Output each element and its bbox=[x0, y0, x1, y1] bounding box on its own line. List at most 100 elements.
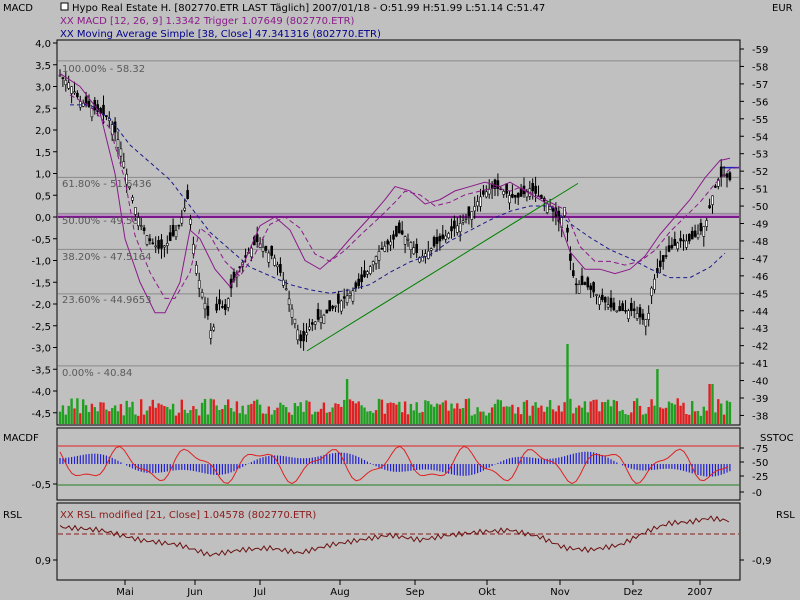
volume-bar bbox=[386, 403, 389, 424]
candle-body bbox=[540, 194, 543, 199]
volume-bar bbox=[276, 407, 279, 424]
volume-bar bbox=[467, 398, 471, 424]
volume-bar bbox=[415, 402, 418, 424]
volume-bar bbox=[366, 411, 369, 424]
volume-bar bbox=[430, 404, 433, 424]
volume-bar bbox=[412, 410, 415, 424]
candle-body bbox=[221, 306, 224, 308]
left-tick-label: 1,0 bbox=[35, 170, 51, 181]
month-label: Nov bbox=[550, 587, 570, 598]
volume-bar bbox=[369, 411, 372, 424]
volume-bar bbox=[163, 406, 166, 424]
candle-body bbox=[322, 314, 326, 324]
candle-body bbox=[627, 310, 630, 320]
candle-body bbox=[679, 238, 682, 242]
right-tick-label: -56 bbox=[752, 97, 768, 108]
volume-bar bbox=[325, 412, 328, 424]
candle-body bbox=[676, 242, 680, 250]
candle-body bbox=[612, 302, 616, 311]
volume-bar bbox=[476, 407, 479, 424]
volume-bar bbox=[250, 403, 253, 424]
candle-body bbox=[339, 300, 343, 312]
candle-body bbox=[444, 235, 448, 240]
candle-body bbox=[168, 232, 172, 241]
candle-body bbox=[690, 230, 694, 240]
candle-body bbox=[197, 280, 201, 289]
right-tick-label: -46 bbox=[752, 272, 768, 283]
candle-body bbox=[583, 282, 587, 285]
rsl-right-label: RSL bbox=[776, 510, 795, 521]
volume-bar bbox=[377, 398, 381, 424]
volume-bar bbox=[241, 405, 244, 424]
candle-body bbox=[281, 279, 285, 286]
volume-bar bbox=[557, 405, 560, 424]
candle-body bbox=[160, 239, 163, 249]
candle-body bbox=[206, 305, 210, 316]
volume-bar bbox=[427, 401, 430, 424]
candle-body bbox=[682, 239, 685, 242]
volume-bar bbox=[647, 407, 650, 424]
candle-body bbox=[145, 235, 149, 245]
candle-body bbox=[609, 297, 613, 308]
candle-body bbox=[508, 195, 511, 204]
candle-body bbox=[598, 296, 601, 305]
volume-bar bbox=[525, 400, 529, 424]
volume-bar bbox=[406, 414, 410, 424]
volume-bar bbox=[296, 406, 299, 424]
left-tick-label: -3,0 bbox=[31, 344, 51, 355]
volume-bar bbox=[569, 398, 572, 424]
candle-body bbox=[447, 233, 450, 239]
volume-bar bbox=[383, 413, 386, 424]
candle-body bbox=[131, 197, 134, 201]
volume-bar bbox=[546, 406, 549, 424]
volume-bar bbox=[656, 369, 659, 424]
candle-body bbox=[360, 274, 363, 283]
left-tick-label: 2,0 bbox=[35, 126, 51, 137]
volume-bar bbox=[224, 405, 227, 424]
volume-bar bbox=[174, 415, 178, 424]
macdf-left-tick: -0,5 bbox=[31, 480, 51, 491]
month-label: Mai bbox=[116, 587, 134, 598]
candle-body bbox=[511, 194, 514, 198]
candle-body bbox=[574, 283, 578, 286]
volume-bar bbox=[534, 402, 537, 424]
volume-bar bbox=[580, 407, 584, 424]
candle-body bbox=[595, 294, 598, 296]
sstoc-tick-label: -75 bbox=[752, 444, 768, 455]
candle-body bbox=[351, 290, 355, 302]
candle-body bbox=[545, 203, 549, 213]
candle-body bbox=[177, 224, 181, 227]
candle-body bbox=[624, 309, 627, 312]
volume-bar bbox=[232, 411, 236, 424]
volume-bar bbox=[166, 406, 169, 424]
volume-bar bbox=[691, 401, 694, 424]
right-tick-label: -38 bbox=[752, 411, 768, 422]
volume-bar bbox=[473, 414, 476, 424]
volume-bar bbox=[612, 399, 616, 424]
candle-body bbox=[615, 310, 619, 313]
candle-body bbox=[441, 234, 445, 239]
left-tick-label: -0,5 bbox=[31, 235, 51, 246]
volume-bar bbox=[551, 409, 555, 424]
volume-bar bbox=[87, 411, 91, 424]
macd-legend: XX MACD [12, 26, 9] 1.3342 Trigger 1.076… bbox=[60, 16, 355, 27]
volume-bar bbox=[282, 404, 285, 424]
right-tick-label: -53 bbox=[752, 150, 768, 161]
volume-bar bbox=[360, 405, 363, 424]
volume-bar bbox=[209, 398, 212, 424]
volume-bar bbox=[653, 405, 656, 424]
candle-body bbox=[592, 282, 595, 293]
sstoc-tick-label: -50 bbox=[752, 458, 768, 469]
candle-body bbox=[516, 193, 520, 198]
candle-body bbox=[711, 195, 714, 205]
volume-bar bbox=[696, 410, 700, 424]
volume-bar bbox=[725, 400, 729, 424]
volume-bar bbox=[577, 405, 581, 424]
candle-body bbox=[606, 304, 610, 308]
candle-body bbox=[313, 321, 317, 325]
volume-bar bbox=[64, 414, 67, 424]
candle-body bbox=[479, 196, 482, 207]
candle-body bbox=[667, 245, 671, 252]
volume-bar bbox=[604, 402, 607, 424]
volume-bar bbox=[679, 405, 682, 424]
